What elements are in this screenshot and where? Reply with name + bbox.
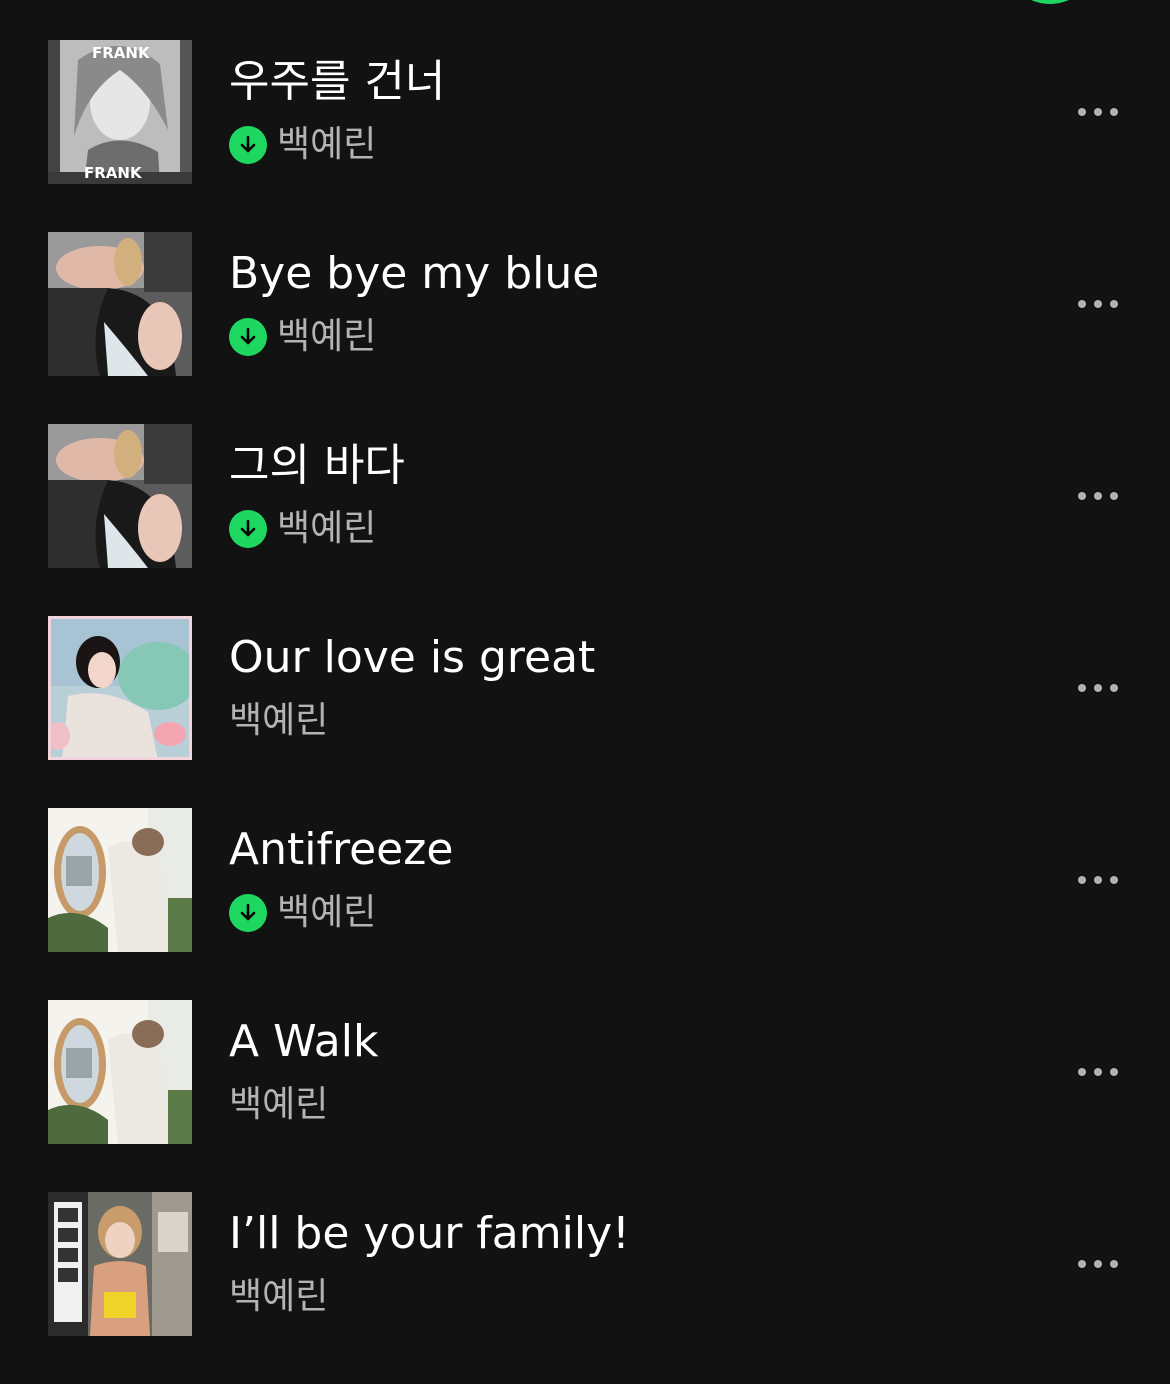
album-cover [48,1192,192,1336]
more-options-button[interactable] [1066,478,1130,514]
downloaded-icon [229,318,267,356]
album-cover [48,616,192,760]
dot-icon [1094,300,1102,308]
track-list: FRANK FRANK 우주를 건너 백예린 Bye bye my blue 백… [0,40,1170,1384]
dot-icon [1078,108,1086,116]
dot-icon [1094,876,1102,884]
track-artist: 백예린 [229,1276,329,1317]
album-cover [48,232,192,376]
track-subtitle: 백예린 [229,696,328,746]
dot-icon [1078,1068,1086,1076]
track-row[interactable]: I’ll be your family! 백예린 [0,1192,1170,1384]
dot-icon [1078,876,1086,884]
dot-icon [1110,684,1118,692]
more-options-button[interactable] [1066,286,1130,322]
track-row[interactable]: Antifreeze 백예린 [0,808,1170,1000]
track-artist: 백예린 [277,892,377,933]
more-options-button[interactable] [1066,670,1130,706]
track-subtitle: 백예린 [229,1080,328,1130]
dot-icon [1094,108,1102,116]
dot-icon [1110,1260,1118,1268]
track-title: Antifreeze [229,824,454,875]
downloaded-icon [229,510,267,548]
svg-text:FRANK: FRANK [84,164,143,182]
track-artist: 백예린 [277,508,377,549]
dot-icon [1094,492,1102,500]
track-row[interactable]: Bye bye my blue 백예린 [0,232,1170,424]
track-row[interactable]: 그의 바다 백예린 [0,424,1170,616]
track-title: Bye bye my blue [229,248,600,299]
more-options-button[interactable] [1066,862,1130,898]
album-cover [48,808,192,952]
track-row[interactable]: Our love is great 백예린 [0,616,1170,808]
dot-icon [1094,1068,1102,1076]
dot-icon [1078,1260,1086,1268]
svg-text:FRANK: FRANK [92,44,151,62]
album-cover [48,424,192,568]
more-options-button[interactable] [1066,94,1130,130]
track-row[interactable]: A Walk 백예린 [0,1000,1170,1192]
track-title: 그의 바다 [229,440,405,491]
dot-icon [1078,300,1086,308]
dot-icon [1094,1260,1102,1268]
track-subtitle: 백예린 [229,312,376,362]
track-title: 우주를 건너 [229,56,446,107]
track-artist: 백예린 [277,316,377,357]
track-subtitle: 백예린 [229,888,376,938]
album-cover [48,1000,192,1144]
dot-icon [1110,492,1118,500]
downloaded-icon [229,126,267,164]
track-row[interactable]: FRANK FRANK 우주를 건너 백예린 [0,40,1170,232]
track-subtitle: 백예린 [229,504,376,554]
track-subtitle: 백예린 [229,1272,328,1322]
dot-icon [1078,492,1086,500]
track-artist: 백예린 [277,124,377,165]
track-artist: 백예린 [229,700,329,741]
dot-icon [1110,108,1118,116]
more-options-button[interactable] [1066,1054,1130,1090]
track-title: I’ll be your family! [229,1208,630,1259]
track-title: A Walk [229,1016,379,1067]
track-title: Our love is great [229,632,596,683]
dot-icon [1078,684,1086,692]
shuffle-play-button[interactable] [1004,0,1096,4]
track-artist: 백예린 [229,1084,329,1125]
track-subtitle: 백예린 [229,120,376,170]
album-cover: FRANK FRANK [48,40,192,184]
dot-icon [1094,684,1102,692]
more-options-button[interactable] [1066,1246,1130,1282]
dot-icon [1110,1068,1118,1076]
dot-icon [1110,876,1118,884]
dot-icon [1110,300,1118,308]
downloaded-icon [229,894,267,932]
